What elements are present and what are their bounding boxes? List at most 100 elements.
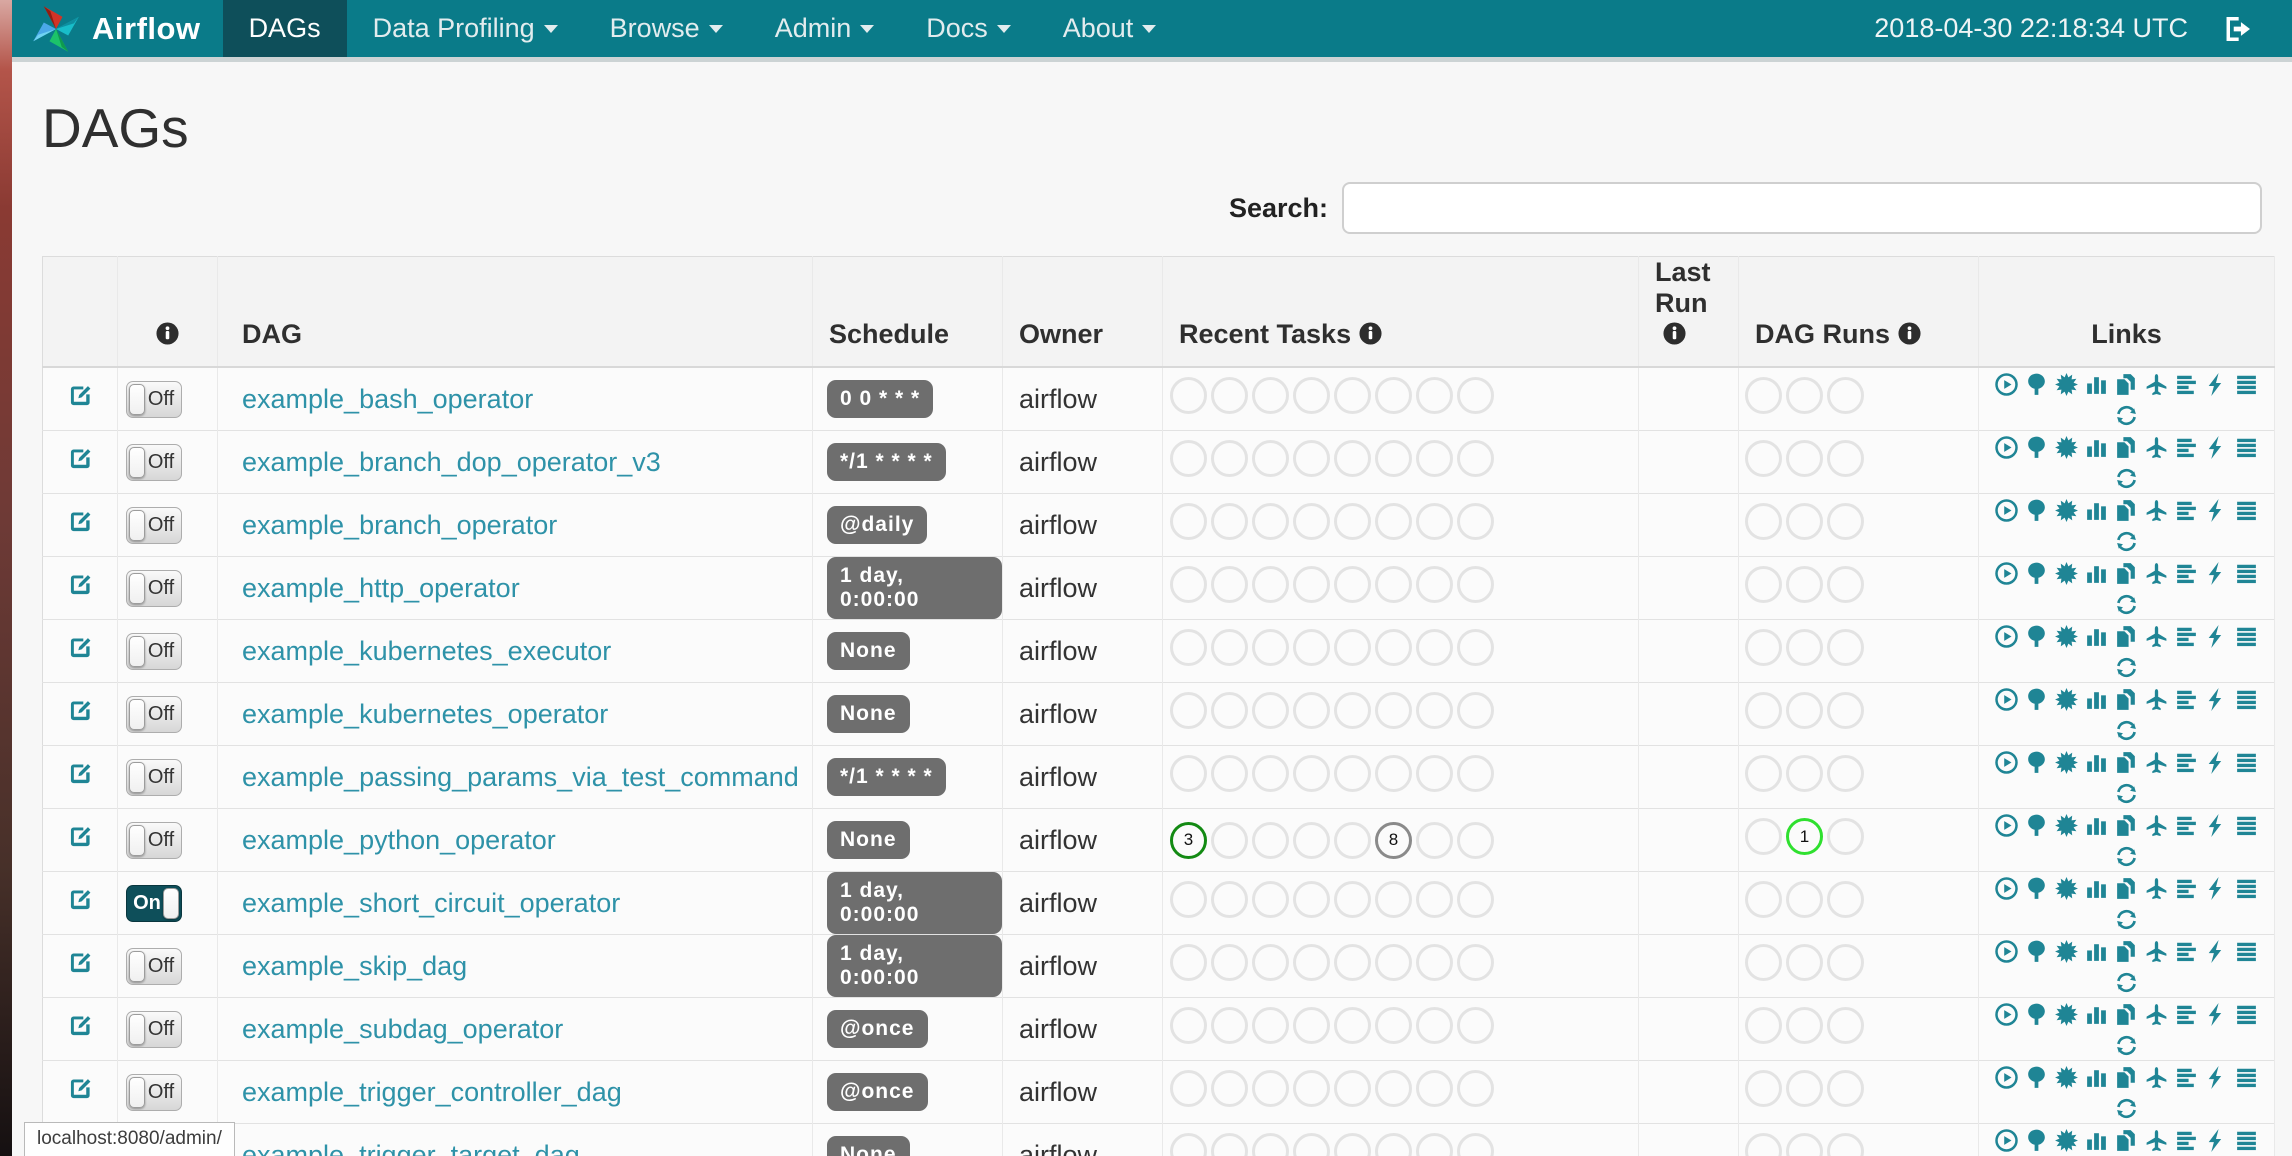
dag-run-circle[interactable] — [1827, 755, 1864, 792]
task-state-circle[interactable] — [1252, 944, 1289, 981]
task-state-circle[interactable] — [1457, 566, 1494, 603]
nav-item-data-profiling[interactable]: Data Profiling — [347, 0, 584, 57]
task-state-circle[interactable] — [1170, 377, 1207, 414]
trigger-dag-icon[interactable] — [1994, 372, 2019, 397]
graph-view-icon[interactable] — [2054, 813, 2079, 838]
task-duration-icon[interactable] — [2084, 687, 2109, 712]
task-state-circle[interactable] — [1375, 881, 1412, 918]
dag-pause-toggle[interactable]: Off — [126, 821, 182, 859]
landing-times-icon[interactable] — [2144, 813, 2169, 838]
code-view-icon[interactable] — [2204, 1128, 2229, 1153]
dag-run-circle[interactable] — [1786, 1133, 1823, 1156]
dag-run-circle[interactable] — [1827, 377, 1864, 414]
task-state-circle[interactable] — [1334, 1070, 1371, 1107]
dag-run-circle[interactable] — [1745, 629, 1782, 666]
edit-dag-icon[interactable] — [67, 508, 94, 535]
landing-times-icon[interactable] — [2144, 876, 2169, 901]
task-duration-icon[interactable] — [2084, 1065, 2109, 1090]
dag-run-circle[interactable] — [1827, 1070, 1864, 1107]
tree-view-icon[interactable] — [2024, 498, 2049, 523]
task-state-circle[interactable] — [1334, 377, 1371, 414]
tree-view-icon[interactable] — [2024, 624, 2049, 649]
edit-dag-icon[interactable] — [67, 1075, 94, 1102]
schedule-badge[interactable]: */1 * * * * — [827, 443, 946, 481]
task-state-circle[interactable] — [1170, 755, 1207, 792]
task-state-circle[interactable] — [1416, 1133, 1453, 1156]
dag-run-circle[interactable] — [1745, 1133, 1782, 1156]
task-state-circle[interactable] — [1211, 440, 1248, 477]
logs-icon[interactable] — [2234, 372, 2259, 397]
schedule-badge[interactable]: None — [827, 821, 910, 859]
task-state-circle[interactable] — [1334, 821, 1371, 859]
task-state-circle[interactable] — [1375, 377, 1412, 414]
dag-run-circle[interactable] — [1827, 1007, 1864, 1044]
landing-times-icon[interactable] — [2144, 1128, 2169, 1153]
dag-link[interactable]: example_kubernetes_operator — [242, 699, 608, 729]
dag-run-circle[interactable] — [1745, 440, 1782, 477]
task-state-circle[interactable] — [1170, 944, 1207, 981]
dag-pause-toggle[interactable]: Off — [126, 443, 182, 481]
trigger-dag-icon[interactable] — [1994, 687, 2019, 712]
edit-dag-icon[interactable] — [67, 382, 94, 409]
task-state-circle[interactable] — [1334, 1133, 1371, 1156]
refresh-icon[interactable] — [2114, 466, 2139, 491]
task-state-circle[interactable] — [1293, 503, 1330, 540]
trigger-dag-icon[interactable] — [1994, 813, 2019, 838]
task-state-circle[interactable] — [1375, 692, 1412, 729]
gantt-icon[interactable] — [2174, 1128, 2199, 1153]
task-tries-icon[interactable] — [2114, 498, 2139, 523]
logs-icon[interactable] — [2234, 435, 2259, 460]
schedule-badge[interactable]: 1 day, 0:00:00 — [827, 557, 1002, 619]
task-state-circle[interactable] — [1211, 503, 1248, 540]
task-state-circle[interactable] — [1416, 629, 1453, 666]
task-state-circle[interactable] — [1170, 881, 1207, 918]
tree-view-icon[interactable] — [2024, 939, 2049, 964]
tree-view-icon[interactable] — [2024, 1002, 2049, 1027]
task-state-circle[interactable] — [1170, 440, 1207, 477]
landing-times-icon[interactable] — [2144, 939, 2169, 964]
dag-link[interactable]: example_trigger_target_dag — [242, 1140, 580, 1156]
dag-run-circle[interactable] — [1786, 629, 1823, 666]
task-state-circle[interactable] — [1457, 755, 1494, 792]
task-state-circle[interactable] — [1416, 821, 1453, 859]
task-duration-icon[interactable] — [2084, 498, 2109, 523]
task-state-circle[interactable] — [1334, 566, 1371, 603]
task-state-circle[interactable] — [1252, 1133, 1289, 1156]
logs-icon[interactable] — [2234, 624, 2259, 649]
schedule-badge[interactable]: */1 * * * * — [827, 758, 946, 796]
task-state-circle[interactable] — [1375, 1007, 1412, 1044]
task-state-circle[interactable] — [1252, 503, 1289, 540]
task-state-circle[interactable] — [1375, 944, 1412, 981]
landing-times-icon[interactable] — [2144, 435, 2169, 460]
task-duration-icon[interactable] — [2084, 1002, 2109, 1027]
refresh-icon[interactable] — [2114, 655, 2139, 680]
dag-run-circle[interactable] — [1827, 440, 1864, 477]
refresh-icon[interactable] — [2114, 403, 2139, 428]
task-duration-icon[interactable] — [2084, 939, 2109, 964]
landing-times-icon[interactable] — [2144, 687, 2169, 712]
gantt-icon[interactable] — [2174, 1002, 2199, 1027]
tree-view-icon[interactable] — [2024, 687, 2049, 712]
landing-times-icon[interactable] — [2144, 498, 2169, 523]
dag-pause-toggle[interactable]: Off — [126, 1073, 182, 1111]
dag-run-circle[interactable] — [1745, 881, 1782, 918]
edit-dag-icon[interactable] — [67, 886, 94, 913]
dag-pause-toggle[interactable]: Off — [126, 758, 182, 796]
schedule-badge[interactable]: 1 day, 0:00:00 — [827, 935, 1002, 997]
edit-dag-icon[interactable] — [67, 823, 94, 850]
dag-run-circle[interactable] — [1827, 818, 1864, 855]
refresh-icon[interactable] — [2114, 907, 2139, 932]
dag-run-circle[interactable] — [1786, 440, 1823, 477]
dag-run-circle[interactable] — [1745, 503, 1782, 540]
task-state-circle[interactable] — [1170, 1133, 1207, 1156]
task-tries-icon[interactable] — [2114, 624, 2139, 649]
task-state-circle[interactable] — [1170, 692, 1207, 729]
dag-link[interactable]: example_bash_operator — [242, 384, 533, 414]
nav-item-about[interactable]: About — [1037, 0, 1183, 57]
task-state-circle[interactable] — [1416, 944, 1453, 981]
dag-link[interactable]: example_trigger_controller_dag — [242, 1077, 622, 1107]
task-state-circle[interactable] — [1211, 566, 1248, 603]
logs-icon[interactable] — [2234, 876, 2259, 901]
edit-dag-icon[interactable] — [67, 697, 94, 724]
edit-dag-icon[interactable] — [67, 1012, 94, 1039]
